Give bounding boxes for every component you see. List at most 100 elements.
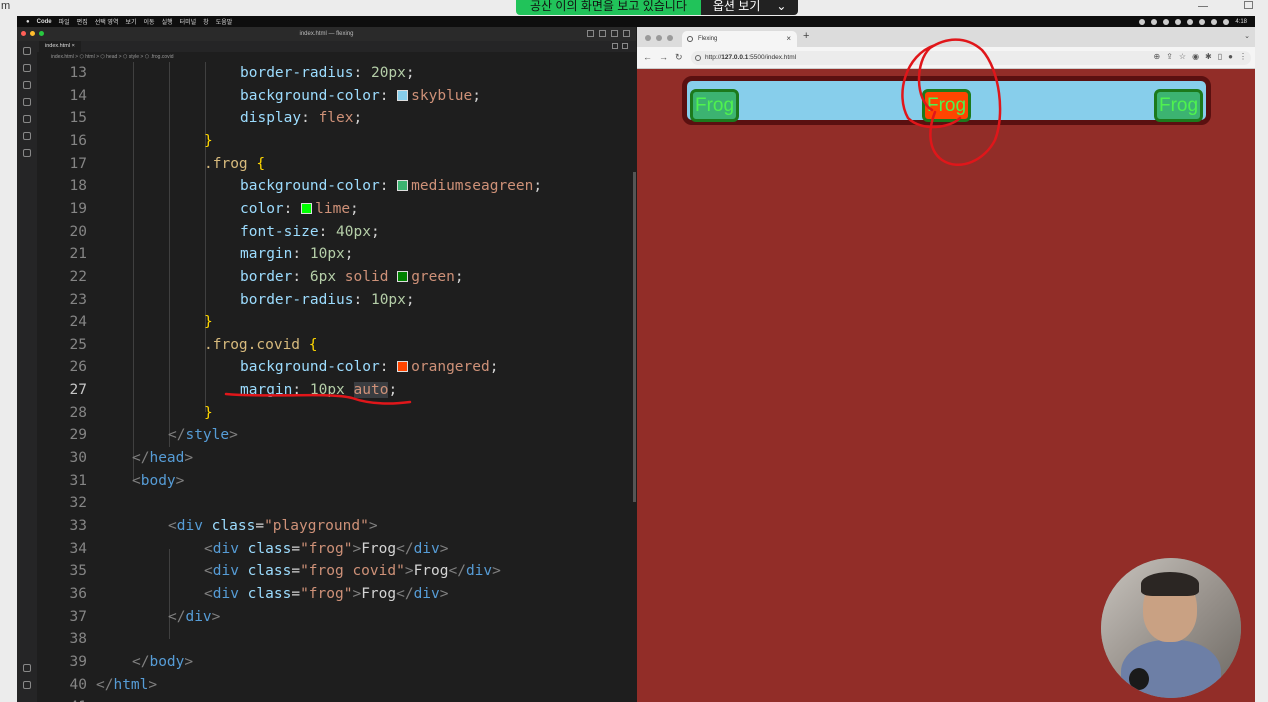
back-icon[interactable]: ← bbox=[643, 52, 652, 63]
code-line: 31 <body> bbox=[69, 472, 185, 489]
maximize-icon[interactable] bbox=[1244, 1, 1253, 9]
layout-icon[interactable] bbox=[611, 30, 618, 37]
code-line: 41 bbox=[37, 696, 636, 702]
close-tab-icon[interactable]: × bbox=[786, 31, 791, 47]
globe-icon bbox=[687, 36, 693, 42]
color-swatch[interactable] bbox=[301, 202, 313, 214]
top-letter: m bbox=[1, 0, 11, 12]
code-line: 39 </body> bbox=[69, 653, 194, 670]
color-swatch[interactable] bbox=[397, 270, 409, 282]
account-icon[interactable] bbox=[23, 664, 31, 672]
docker-icon[interactable] bbox=[23, 149, 31, 157]
puzzle-icon[interactable]: ✱ bbox=[1205, 52, 1212, 61]
code-line: 26 background-color: orangered; bbox=[69, 359, 499, 376]
code-line: 25 .frog.covid { bbox=[69, 336, 318, 353]
options-label: 옵션 보기 bbox=[712, 0, 761, 13]
status-icon[interactable] bbox=[1139, 18, 1146, 25]
share-message: 공산 이의 화면을 보고 있습니다 bbox=[516, 0, 701, 15]
minimize-window-icon[interactable] bbox=[656, 35, 662, 41]
code-line: 35 <div class="frog covid">Frog</div> bbox=[69, 563, 501, 580]
zoom-window-icon[interactable] bbox=[667, 35, 673, 41]
forward-icon[interactable]: → bbox=[659, 52, 668, 63]
tab-index-html[interactable]: index.html × bbox=[39, 41, 81, 52]
editor-scrollbar[interactable] bbox=[633, 172, 636, 502]
zoom-window-icon[interactable] bbox=[39, 31, 44, 36]
menu-run[interactable]: 실행 bbox=[162, 17, 173, 26]
status-icon[interactable] bbox=[1175, 18, 1182, 25]
zoom-icon[interactable]: ⊕ bbox=[1153, 52, 1160, 61]
breadcrumb[interactable]: index.html > ⬡ html > ⬡ head > ⬡ style >… bbox=[37, 52, 636, 62]
extension-icon[interactable]: ◉ bbox=[1192, 52, 1199, 61]
extensions-icon[interactable] bbox=[23, 115, 31, 123]
color-swatch[interactable] bbox=[397, 361, 409, 373]
menu-view[interactable]: 보기 bbox=[125, 17, 136, 26]
code-line: 20 font-size: 40px; bbox=[69, 223, 380, 240]
gear-icon[interactable] bbox=[23, 681, 31, 689]
more-icon[interactable] bbox=[622, 43, 628, 49]
color-swatch[interactable] bbox=[397, 89, 409, 101]
code-line: 28} bbox=[69, 404, 213, 421]
window-title: index.html — flexing bbox=[299, 31, 354, 37]
new-tab-button[interactable]: + bbox=[803, 30, 809, 42]
frog-covid: Frog bbox=[922, 89, 972, 122]
options-button[interactable]: 옵션 보기 ⌄ bbox=[700, 0, 799, 15]
menu-terminal[interactable]: 터미널 bbox=[180, 17, 197, 26]
webcam-overlay bbox=[1101, 558, 1241, 698]
vscode-titlebar: index.html — flexing bbox=[17, 27, 636, 41]
chevron-down-icon: ⌄ bbox=[776, 0, 787, 13]
minimize-icon[interactable] bbox=[1198, 6, 1208, 7]
code-line: 14 background-color: skyblue; bbox=[69, 87, 481, 104]
browser-toolbar: ← → ↻ http://127.0.0.1:5500/index.html ⊕… bbox=[637, 47, 1255, 69]
explorer-icon[interactable] bbox=[23, 47, 31, 55]
menu-go[interactable]: 이동 bbox=[144, 17, 155, 26]
tab-label: index.html bbox=[45, 43, 71, 49]
layout-icon[interactable] bbox=[587, 30, 594, 37]
status-icon[interactable] bbox=[1151, 18, 1158, 25]
code-line: 38 bbox=[69, 631, 87, 648]
code-line: 21 margin: 10px; bbox=[69, 246, 354, 263]
layout-icon[interactable] bbox=[599, 30, 606, 37]
status-icon[interactable] bbox=[1199, 18, 1206, 25]
minimize-window-icon[interactable] bbox=[30, 31, 35, 36]
menu-file[interactable]: 파일 bbox=[59, 17, 70, 26]
code-line: 18 background-color: mediumseagreen; bbox=[69, 178, 543, 195]
chevron-down-icon[interactable]: ⌄ bbox=[1244, 32, 1250, 40]
apple-icon[interactable]: ● bbox=[26, 19, 30, 25]
code-line: 33 <div class="playground"> bbox=[69, 518, 378, 534]
code-line: 34 <div class="frog">Frog</div> bbox=[69, 540, 449, 557]
code-line: 24} bbox=[69, 314, 213, 331]
status-icon[interactable] bbox=[1187, 18, 1194, 25]
status-icon[interactable] bbox=[1163, 18, 1170, 25]
menu-selection[interactable]: 선택 영역 bbox=[95, 17, 119, 26]
menu-help[interactable]: 도움말 bbox=[216, 17, 233, 26]
menu-window[interactable]: 창 bbox=[203, 17, 209, 26]
source-control-icon[interactable] bbox=[23, 81, 31, 89]
menu-icon[interactable]: ⋮ bbox=[1239, 52, 1247, 61]
code-editor[interactable]: 13 border-radius: 20px; 14 background-colo… bbox=[37, 62, 636, 702]
close-window-icon[interactable] bbox=[645, 35, 651, 41]
url-rest: :5500/index.html bbox=[748, 54, 797, 61]
code-line: 29 </style> bbox=[69, 427, 238, 444]
run-debug-icon[interactable] bbox=[23, 98, 31, 106]
battery-icon[interactable] bbox=[1223, 18, 1230, 25]
menu-edit[interactable]: 편집 bbox=[77, 17, 88, 26]
remote-icon[interactable] bbox=[23, 132, 31, 140]
close-window-icon[interactable] bbox=[21, 31, 26, 36]
mac-menu-bar: ● Code 파일 편집 선택 영역 보기 이동 실행 터미널 창 도움말 4:… bbox=[17, 16, 1255, 27]
browser-tab-flexing[interactable]: Flexing × bbox=[682, 31, 797, 47]
code-line: 13 border-radius: 20px; bbox=[69, 65, 415, 81]
star-icon[interactable]: ☆ bbox=[1179, 52, 1186, 61]
sidebar-icon[interactable]: ▯ bbox=[1218, 52, 1222, 61]
reload-icon[interactable]: ↻ bbox=[675, 52, 683, 63]
layout-icon[interactable] bbox=[623, 30, 630, 37]
search-icon[interactable] bbox=[23, 64, 31, 72]
clock[interactable]: 4:18 bbox=[1235, 19, 1247, 25]
share-icon[interactable]: ⇪ bbox=[1166, 52, 1173, 61]
app-name[interactable]: Code bbox=[37, 19, 52, 25]
code-line: 40 </html> bbox=[69, 676, 158, 693]
avatar-icon[interactable]: ● bbox=[1228, 52, 1233, 61]
wifi-icon[interactable] bbox=[1211, 18, 1218, 25]
split-editor-icon[interactable] bbox=[612, 43, 618, 49]
browser-tabbar: Flexing × + ⌄ bbox=[637, 27, 1255, 47]
color-swatch[interactable] bbox=[397, 180, 409, 192]
